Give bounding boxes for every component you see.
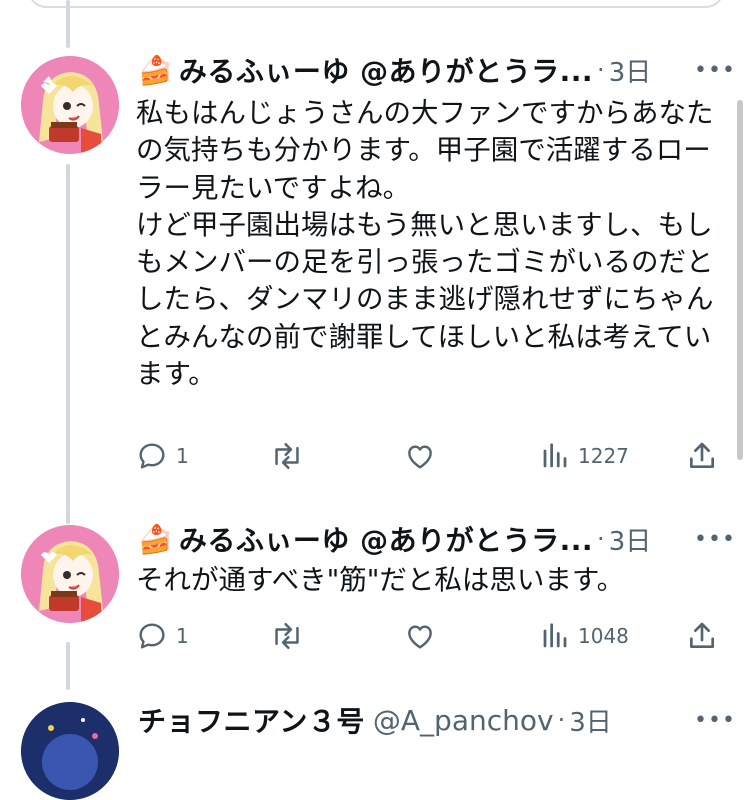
reply-icon xyxy=(139,623,165,649)
separator: · xyxy=(557,706,566,734)
timestamp[interactable]: 3日 xyxy=(569,702,612,739)
views-button[interactable]: 1048 xyxy=(540,616,629,656)
timestamp[interactable]: 3日 xyxy=(609,52,652,89)
more-options-button[interactable]: ••• xyxy=(694,708,736,733)
author-name[interactable]: みるふぃーゆ @ありがとうラ... xyxy=(179,519,593,559)
bar-chart-icon xyxy=(543,443,567,468)
previous-tweet-card-bottom xyxy=(28,0,724,8)
view-count: 1048 xyxy=(578,624,629,648)
tweet-header: チョフニアン３号 @A_panchov · 3日 xyxy=(138,700,612,740)
cake-icon: 🍰 xyxy=(138,522,173,556)
avatar[interactable] xyxy=(21,56,119,154)
thread-line xyxy=(66,0,70,48)
reply-icon xyxy=(139,443,165,469)
more-options-button[interactable]: ••• xyxy=(694,527,736,552)
like-button[interactable] xyxy=(404,616,436,656)
tweet-actions: 1 1227 xyxy=(136,436,726,476)
share-button[interactable] xyxy=(686,616,718,656)
separator: · xyxy=(597,525,605,553)
retweet-icon xyxy=(275,622,299,650)
tweet-text: それが通すべき"筋"だと私は思います。 xyxy=(136,564,625,596)
thread-line xyxy=(66,642,70,690)
cake-icon: 🍰 xyxy=(138,53,173,87)
tweet-actions: 1 1048 xyxy=(136,616,726,656)
like-button[interactable] xyxy=(404,436,436,476)
retweet-icon xyxy=(275,442,299,470)
avatar[interactable] xyxy=(21,525,119,623)
reply-count: 1 xyxy=(176,624,189,648)
author-handle[interactable]: @A_panchov xyxy=(373,704,554,737)
reply-button[interactable]: 1 xyxy=(136,616,189,656)
views-button[interactable]: 1227 xyxy=(540,436,629,476)
author-name[interactable]: みるふぃーゆ @ありがとうラ... xyxy=(179,50,593,90)
separator: · xyxy=(597,56,605,84)
thread-line xyxy=(66,164,70,524)
heart-icon xyxy=(408,625,432,649)
tweet-text: 私もはんじょうさんの大ファンですからあなたの気持ちも分かります。甲子園で活躍する… xyxy=(136,97,714,391)
timestamp[interactable]: 3日 xyxy=(609,521,652,558)
tweet-header: 🍰 みるふぃーゆ @ありがとうラ... · 3日 xyxy=(138,519,651,559)
tweet-header: 🍰 みるふぃーゆ @ありがとうラ... · 3日 xyxy=(138,50,651,90)
share-button[interactable] xyxy=(686,436,718,476)
more-options-button[interactable]: ••• xyxy=(694,58,736,83)
scrollbar[interactable] xyxy=(737,100,743,460)
reply-button[interactable]: 1 xyxy=(136,436,189,476)
share-icon xyxy=(690,622,714,648)
heart-icon xyxy=(408,445,432,469)
retweet-button[interactable] xyxy=(270,436,304,476)
bar-chart-icon xyxy=(543,623,567,648)
view-count: 1227 xyxy=(578,444,629,468)
author-name[interactable]: チョフニアン３号 xyxy=(138,700,365,740)
avatar[interactable] xyxy=(21,702,119,800)
retweet-button[interactable] xyxy=(270,616,304,656)
reply-count: 1 xyxy=(176,444,189,468)
share-icon xyxy=(690,442,714,468)
